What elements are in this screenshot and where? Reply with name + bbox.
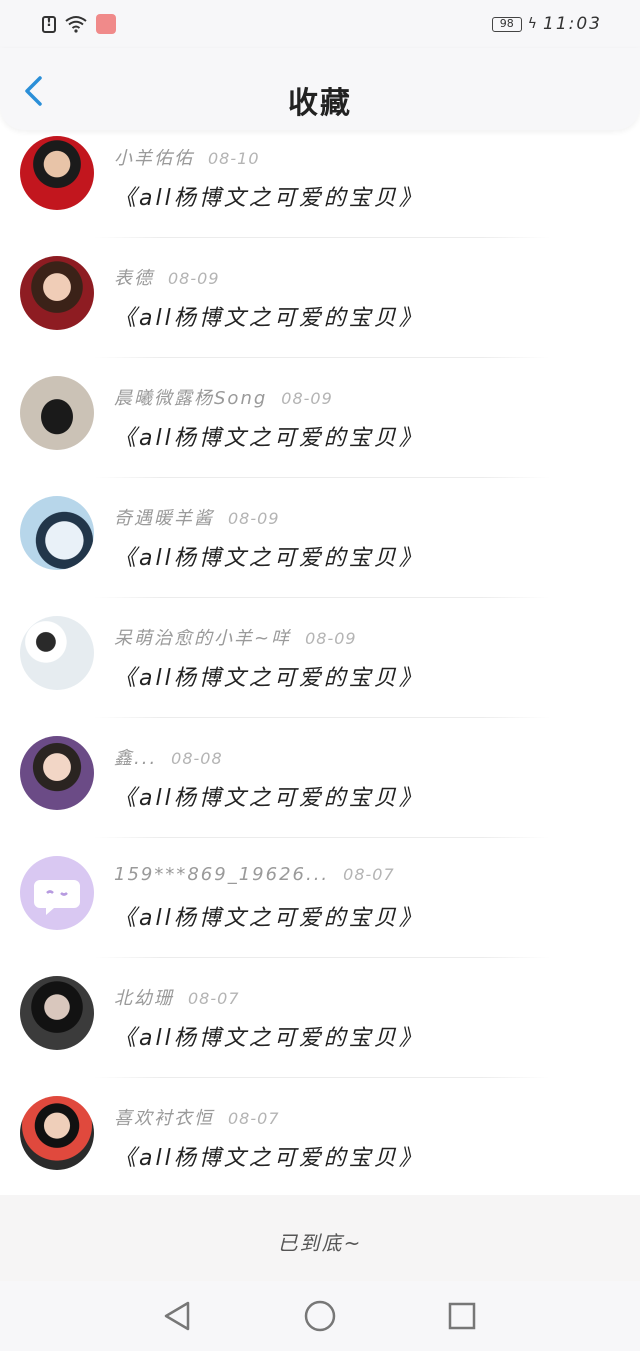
avatar[interactable]: [20, 376, 94, 450]
username[interactable]: 喜欢衬衣恒: [114, 1108, 214, 1129]
chat-bubble-icon: [34, 880, 80, 915]
username[interactable]: 鑫...: [114, 748, 157, 769]
favorite-item[interactable]: 小羊佑佑 08-10 《all杨博文之可爱的宝贝》: [0, 118, 640, 238]
favorite-item[interactable]: 表德 08-09 《all杨博文之可爱的宝贝》: [0, 238, 640, 358]
favorite-title[interactable]: 《all杨博文之可爱的宝贝》: [114, 780, 424, 812]
recent-square-icon: [448, 1302, 476, 1330]
favorite-title[interactable]: 《all杨博文之可爱的宝贝》: [114, 180, 424, 212]
favorite-date: 08-09: [228, 509, 280, 528]
favorite-title[interactable]: 《all杨博文之可爱的宝贝》: [114, 900, 424, 932]
avatar[interactable]: [20, 976, 94, 1050]
avatar[interactable]: [20, 136, 94, 210]
status-bar: 98 ϟ 11:03: [0, 0, 640, 48]
sim-alert-icon: [42, 15, 56, 33]
favorite-date: 08-09: [168, 269, 220, 288]
avatar[interactable]: [20, 856, 94, 930]
favorite-title[interactable]: 《all杨博文之可爱的宝贝》: [114, 540, 424, 572]
favorite-user: 奇遇暖羊酱 08-09: [114, 504, 280, 530]
nav-home-button[interactable]: [303, 1299, 337, 1333]
favorite-item[interactable]: 奇遇暖羊酱 08-09 《all杨博文之可爱的宝贝》: [0, 478, 640, 598]
favorite-title[interactable]: 《all杨博文之可爱的宝贝》: [114, 300, 424, 332]
favorite-user: 喜欢衬衣恒 08-07: [114, 1104, 280, 1130]
username[interactable]: 小羊佑佑: [114, 148, 194, 169]
page-header: 收藏: [0, 48, 640, 130]
charging-icon: ϟ: [527, 16, 537, 32]
nav-recent-button[interactable]: [445, 1299, 479, 1333]
username[interactable]: 159***869_19626...: [114, 864, 329, 885]
favorite-item[interactable]: 晨曦微露杨Song 08-09 《all杨博文之可爱的宝贝》: [0, 358, 640, 478]
favorite-user: 小羊佑佑 08-10: [114, 144, 260, 170]
end-of-list-bar: 已到底~: [0, 1195, 640, 1281]
system-nav-bar: [0, 1281, 640, 1351]
favorite-user: 表德 08-09: [114, 264, 220, 290]
home-circle-icon: [304, 1300, 336, 1332]
username[interactable]: 奇遇暖羊酱: [114, 508, 214, 529]
favorite-user: 晨曦微露杨Song 08-09: [114, 384, 333, 410]
favorite-date: 08-07: [343, 865, 395, 884]
avatar[interactable]: [20, 1096, 94, 1170]
username[interactable]: 表德: [114, 268, 154, 289]
avatar[interactable]: [20, 256, 94, 330]
favorite-user: 北幼珊 08-07: [114, 984, 240, 1010]
favorite-title[interactable]: 《all杨博文之可爱的宝贝》: [114, 420, 424, 452]
back-triangle-icon: [164, 1301, 190, 1331]
battery-icon: 98: [491, 16, 522, 32]
avatar[interactable]: [20, 616, 94, 690]
avatar[interactable]: [20, 496, 94, 570]
favorite-item[interactable]: 159***869_19626... 08-07 《all杨博文之可爱的宝贝》: [0, 838, 640, 958]
app-notification-icon: [96, 14, 116, 34]
favorite-item[interactable]: 呆萌治愈的小羊~咩 08-09 《all杨博文之可爱的宝贝》: [0, 598, 640, 718]
favorite-date: 08-09: [305, 629, 357, 648]
favorite-title[interactable]: 《all杨博文之可爱的宝贝》: [114, 1020, 424, 1052]
favorite-title[interactable]: 《all杨博文之可爱的宝贝》: [114, 1140, 424, 1172]
favorite-date: 08-10: [208, 149, 260, 168]
username[interactable]: 晨曦微露杨Song: [114, 388, 267, 409]
clock: 11:03: [543, 14, 602, 34]
end-of-list-text: 已到底~: [277, 1231, 363, 1255]
favorite-item[interactable]: 鑫... 08-08 《all杨博文之可爱的宝贝》: [0, 718, 640, 838]
favorite-item[interactable]: 喜欢衬衣恒 08-07 《all杨博文之可爱的宝贝》: [0, 1078, 640, 1198]
avatar[interactable]: [20, 736, 94, 810]
username[interactable]: 北幼珊: [114, 988, 174, 1009]
favorite-date: 08-08: [171, 749, 223, 768]
favorite-user: 呆萌治愈的小羊~咩 08-09: [114, 624, 357, 650]
page-title: 收藏: [288, 86, 352, 121]
username[interactable]: 呆萌治愈的小羊~咩: [114, 628, 291, 649]
favorite-date: 08-09: [281, 389, 333, 408]
favorite-title[interactable]: 《all杨博文之可爱的宝贝》: [114, 660, 424, 692]
favorite-user: 159***869_19626... 08-07: [114, 864, 395, 885]
nav-back-button[interactable]: [160, 1299, 194, 1333]
favorites-list: 小羊佑佑 08-10 《all杨博文之可爱的宝贝》 表德 08-09 《all杨博文之可爱…: [0, 118, 640, 1198]
favorite-item[interactable]: 北幼珊 08-07 《all杨博文之可爱的宝贝》: [0, 958, 640, 1078]
favorite-date: 08-07: [228, 1109, 280, 1128]
wifi-icon: [64, 15, 88, 33]
favorite-user: 鑫... 08-08: [114, 744, 223, 770]
favorite-date: 08-07: [188, 989, 240, 1008]
